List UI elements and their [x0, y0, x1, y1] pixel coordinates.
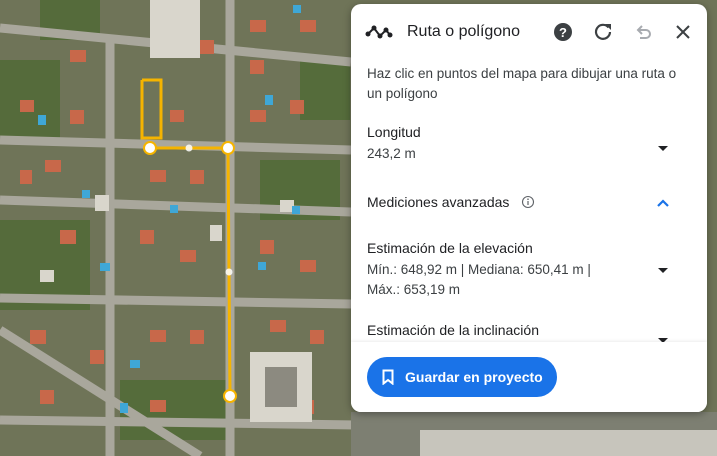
panel-header: Ruta o polígono ?: [351, 4, 707, 60]
advanced-measurements-section[interactable]: Mediciones avanzadas: [351, 194, 707, 218]
panel-title: Ruta o polígono: [407, 23, 520, 40]
instructions-text: Haz clic en puntos del mapa para dibujar…: [367, 66, 677, 101]
caret-down-icon[interactable]: [655, 262, 671, 278]
length-label: Longitud: [367, 124, 421, 140]
close-icon[interactable]: [671, 20, 695, 44]
help-icon[interactable]: ?: [551, 20, 575, 44]
caret-down-icon[interactable]: [655, 332, 671, 342]
refresh-icon[interactable]: [591, 20, 615, 44]
length-section[interactable]: Longitud 243,2 m: [351, 124, 707, 168]
save-to-project-label: Guardar en proyecto: [405, 369, 543, 385]
length-value: 243,2 m: [367, 146, 416, 161]
save-to-project-button[interactable]: Guardar en proyecto: [367, 357, 557, 397]
elevation-value: Mín.: 648,92 m | Mediana: 650,41 m | Máx…: [367, 262, 591, 297]
panel-footer: Guardar en proyecto: [351, 342, 707, 412]
info-icon[interactable]: [521, 195, 535, 209]
slope-label: Estimación de la inclinación: [367, 322, 539, 338]
measure-panel: Ruta o polígono ? Haz clic en puntos del…: [351, 4, 707, 412]
bookmark-icon: [382, 369, 394, 385]
slope-section[interactable]: Estimación de la inclinación: [351, 322, 707, 342]
route-path-icon: [365, 25, 393, 39]
elevation-section[interactable]: Estimación de la elevación Mín.: 648,92 …: [351, 240, 707, 306]
panel-content[interactable]: Haz clic en puntos del mapa para dibujar…: [351, 60, 707, 342]
undo-icon[interactable]: [631, 20, 655, 44]
svg-text:?: ?: [559, 25, 567, 40]
chevron-up-icon[interactable]: [655, 195, 671, 211]
advanced-measurements-label: Mediciones avanzadas: [367, 194, 510, 210]
elevation-label: Estimación de la elevación: [367, 240, 533, 256]
caret-down-icon[interactable]: [655, 140, 671, 156]
